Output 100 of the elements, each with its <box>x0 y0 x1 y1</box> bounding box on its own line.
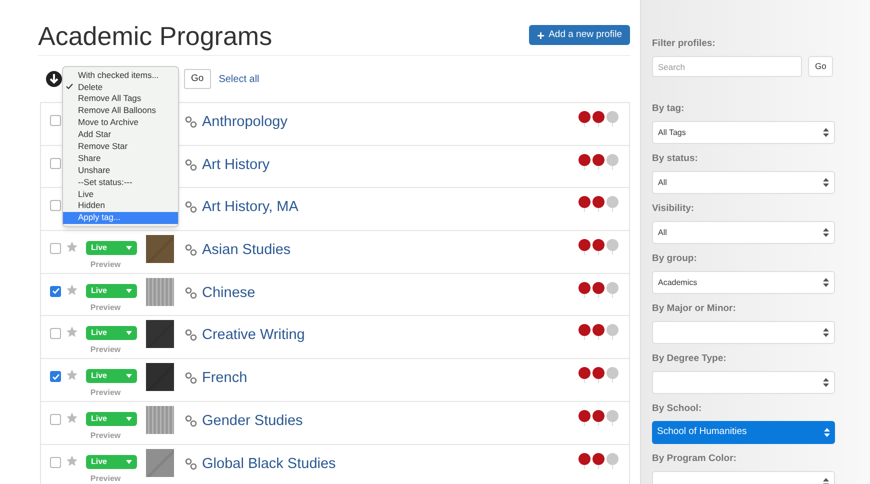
filter-select[interactable] <box>652 371 835 394</box>
balloon-icon <box>578 324 591 340</box>
caret-icon <box>126 246 132 250</box>
link-icon <box>185 372 197 384</box>
menu-item[interactable]: Remove All Tags <box>63 92 178 105</box>
caret-icon <box>126 416 132 421</box>
program-name-link[interactable]: Creative Writing <box>202 326 305 344</box>
link-icon <box>185 414 197 427</box>
balloon-icon <box>578 410 591 426</box>
checkbox[interactable] <box>50 115 61 126</box>
balloon-icon <box>578 239 591 256</box>
balloon-icon <box>606 367 619 384</box>
menu-item[interactable]: --Set status:--- <box>63 176 178 188</box>
checkbox[interactable] <box>50 371 61 382</box>
balloon-icon <box>578 154 591 170</box>
program-name-link[interactable]: Global Black Studies <box>202 454 336 472</box>
balloon-icon <box>606 324 619 340</box>
balloon-icon <box>606 196 619 212</box>
filter-label: Filter profiles: <box>652 38 716 50</box>
star-icon[interactable] <box>66 241 78 254</box>
caret-icon <box>126 460 132 464</box>
filter-select[interactable]: Academics <box>652 271 835 294</box>
balloon-icon <box>606 452 619 468</box>
filter-label: By Degree Type: <box>652 353 728 365</box>
link-icon <box>185 458 197 470</box>
filter-label: By status: <box>652 153 699 165</box>
balloon-icon <box>592 367 605 384</box>
caret-icon <box>126 288 132 293</box>
caret-icon <box>126 374 132 378</box>
menu-item[interactable]: Share <box>63 152 178 164</box>
filter-select[interactable] <box>652 321 835 344</box>
checkbox[interactable] <box>50 414 61 425</box>
menu-item[interactable]: Apply tag... <box>63 212 178 224</box>
balloon-icon <box>592 282 605 298</box>
menu-item[interactable]: Delete <box>63 80 178 93</box>
select-all-link[interactable]: Select all <box>218 72 260 86</box>
caret-icon <box>126 331 132 336</box>
filter-label: Visibility: <box>652 203 696 215</box>
balloon-icon <box>592 196 605 212</box>
balloon-icon <box>592 239 605 256</box>
menu-item[interactable]: Hidden <box>63 200 178 212</box>
link-icon <box>185 116 197 128</box>
star-icon[interactable] <box>66 454 78 466</box>
menu-item[interactable]: Move to Archive <box>63 116 178 128</box>
balloon-icon <box>578 196 591 212</box>
add-profile-button[interactable]: + Add a new profile <box>528 25 630 45</box>
search-field[interactable]: Search <box>652 56 802 77</box>
plus-icon: + <box>536 28 545 42</box>
balloon-icon <box>592 111 605 127</box>
balloon-icon <box>578 111 591 127</box>
balloon-icon <box>592 324 605 340</box>
checkbox[interactable] <box>50 200 61 212</box>
balloon-icon <box>578 367 591 384</box>
checkbox[interactable] <box>50 286 61 297</box>
menu-item[interactable]: Remove All Balloons <box>63 104 178 117</box>
menu-item[interactable]: Live <box>63 188 178 200</box>
filter-label: By Major or Minor: <box>652 303 737 315</box>
balloon-icon <box>592 154 605 170</box>
sort-arrows-icon <box>823 228 829 237</box>
sort-arrows-icon <box>823 128 829 137</box>
link-icon <box>185 286 197 299</box>
balloon-icon <box>592 410 605 426</box>
page-title: Academic Programs <box>38 22 272 50</box>
filter-select[interactable]: All <box>652 171 835 194</box>
filter-select[interactable]: All <box>652 221 835 244</box>
star-icon[interactable] <box>66 284 78 296</box>
balloon-icon <box>606 111 619 127</box>
sort-arrows-icon <box>823 278 829 287</box>
balloon-icon <box>606 282 619 298</box>
program-name-link[interactable]: Art History <box>202 156 270 174</box>
star-icon[interactable] <box>66 369 78 382</box>
filter-label: By tag: <box>652 103 686 115</box>
program-name-link[interactable]: Chinese <box>202 284 256 302</box>
star-icon[interactable] <box>66 412 78 424</box>
menu-item[interactable]: Unshare <box>63 164 178 176</box>
checkbox[interactable] <box>50 456 61 468</box>
filter-select[interactable]: School of Humanities <box>652 421 835 444</box>
link-icon <box>185 329 197 342</box>
menu-item[interactable]: With checked items... <box>63 69 178 81</box>
menu-item[interactable]: Add Star <box>63 128 178 140</box>
checkmark-icon <box>66 83 73 90</box>
link-icon <box>185 244 197 256</box>
program-name-link[interactable]: Art History, MA <box>202 198 298 216</box>
filter-label: By Program Color: <box>652 453 738 465</box>
checkbox[interactable] <box>50 243 61 254</box>
search-go-button[interactable]: Go <box>808 56 834 77</box>
program-name-link[interactable]: French <box>202 369 248 388</box>
balloon-icon <box>606 154 619 170</box>
go-button[interactable]: Go <box>184 69 211 89</box>
filter-label: By group: <box>652 253 698 265</box>
sort-arrows-icon <box>824 428 830 437</box>
program-name-link[interactable]: Asian Studies <box>202 241 291 260</box>
link-icon <box>185 201 197 214</box>
checkbox[interactable] <box>50 328 61 340</box>
program-name-link[interactable]: Anthropology <box>202 113 288 131</box>
program-name-link[interactable]: Gender Studies <box>202 412 303 430</box>
filter-select[interactable]: All Tags <box>652 121 835 144</box>
menu-item[interactable]: Remove Star <box>63 140 178 152</box>
star-icon[interactable] <box>66 326 78 338</box>
checkbox[interactable] <box>50 158 61 169</box>
